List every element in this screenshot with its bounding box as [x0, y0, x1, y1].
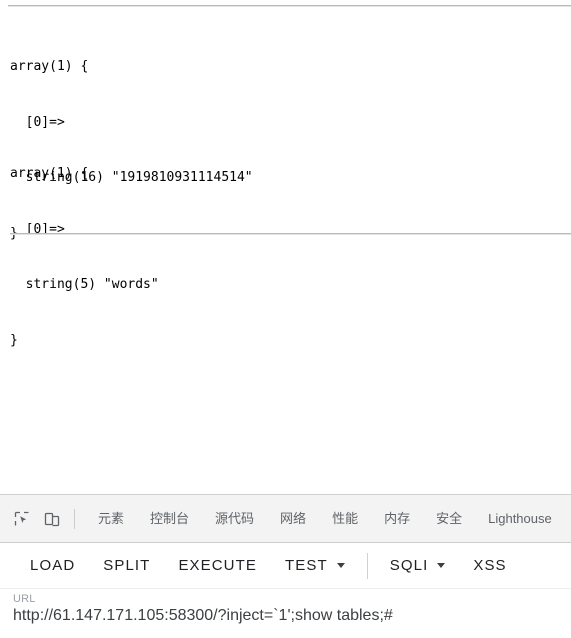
url-field-label: URL — [13, 593, 36, 605]
url-field[interactable]: URL http://61.147.171.105:58300/?inject=… — [0, 588, 571, 638]
browser-page-content: array(1) { [0]=> string(16) "19198109311… — [0, 0, 571, 494]
horizontal-rule-top — [8, 5, 571, 7]
horizontal-rule-middle — [10, 233, 571, 235]
devtools-tab-strip: 元素 控制台 源代码 网络 性能 内存 安全 Lighthouse — [0, 494, 571, 543]
var-dump-line: array(1) { — [10, 166, 89, 181]
devtools-toolbar-divider — [74, 508, 75, 529]
app-toolbar: LOAD SPLIT EXECUTE TEST SQLI XSS — [0, 543, 571, 588]
device-toolbar-icon[interactable] — [38, 505, 66, 533]
var-dump-line: } — [10, 332, 18, 348]
var-dump-line: string(5) "words" — [10, 277, 159, 292]
execute-button-label: EXECUTE — [178, 557, 257, 574]
sqli-menu-label: SQLI — [389, 557, 429, 574]
test-menu-button[interactable]: TEST — [271, 543, 359, 588]
devtools-tab-network[interactable]: 网络 — [267, 495, 319, 542]
inspect-element-icon[interactable] — [8, 505, 36, 533]
test-menu-label: TEST — [285, 557, 328, 574]
devtools-tab-console[interactable]: 控制台 — [137, 495, 202, 542]
sqli-menu-button[interactable]: SQLI — [376, 543, 460, 588]
devtools-tab-performance[interactable]: 性能 — [319, 495, 371, 542]
split-button-label: SPLIT — [103, 557, 151, 574]
var-dump-block-2: array(1) { [0]=> string(5) "words" } — [10, 128, 159, 387]
devtools-tab-elements[interactable]: 元素 — [85, 495, 137, 542]
devtools-tab-memory[interactable]: 内存 — [371, 495, 423, 542]
split-button[interactable]: SPLIT — [89, 543, 164, 588]
chevron-down-icon — [336, 563, 345, 568]
chevron-down-icon — [437, 563, 446, 568]
load-button[interactable]: LOAD — [16, 543, 89, 588]
execute-button[interactable]: EXECUTE — [164, 543, 271, 588]
load-button-label: LOAD — [30, 557, 76, 574]
var-dump-line: [0]=> — [10, 221, 65, 237]
devtools-tab-lighthouse[interactable]: Lighthouse — [475, 495, 565, 542]
var-dump-line: array(1) { — [10, 59, 89, 74]
devtools-tab-security[interactable]: 安全 — [423, 495, 475, 542]
devtools-tab-sources[interactable]: 源代码 — [202, 495, 267, 542]
url-input[interactable]: http://61.147.171.105:58300/?inject=`1';… — [13, 607, 393, 625]
xss-button-label: XSS — [473, 557, 507, 574]
toolbar-divider — [366, 552, 368, 579]
xss-button[interactable]: XSS — [459, 543, 520, 588]
